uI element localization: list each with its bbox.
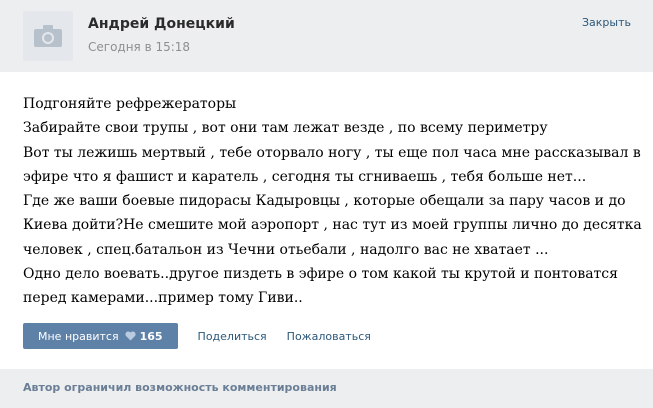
post-text-line: Вот ты лежишь мертвый , тебе оторвало но… [23,144,641,161]
comments-disabled-note: Автор ограничил возможность комментирова… [23,381,337,394]
avatar[interactable] [23,11,73,61]
post-date[interactable]: Сегодня в 15:18 [88,40,190,54]
post-text-line: Подгоняйте рефрежераторы [23,96,237,112]
report-link[interactable]: Пожаловаться [287,330,371,343]
post-text-line: Одно дело воевать..другое пиздеть в эфир… [23,266,618,283]
heart-icon [125,331,136,341]
post-text-line: эфире что я фашист и каратель , сегодня … [23,168,587,185]
comments-footer: Автор ограничил возможность комментирова… [0,369,653,408]
close-button[interactable]: Закрыть [582,16,631,29]
post-text-line: Киева дойти?Не смешите мой аэропорт , на… [23,217,642,234]
camera-icon [34,25,62,47]
post-text-line: человек , спец.батальон из Чечни отьебал… [23,241,549,258]
post-text-line: Где же ваши боевые пидорасы Кадыровцы , … [23,193,626,210]
post-header: Андрей Донецкий Сегодня в 15:18 Закрыть [0,0,653,72]
post-text-line: Забирайте свои трупы , вот они там лежат… [23,120,548,137]
post-text: Подгоняйте рефрежераторы Забирайте свои … [23,92,643,311]
like-label: Мне нравится [38,329,119,343]
share-link[interactable]: Поделиться [198,330,267,343]
post-text-line: перед камерами...пример тому Гиви.. [23,290,303,307]
like-button[interactable]: Мне нравится 165 [23,323,178,349]
post-actions: Мне нравится 165 Поделиться Пожаловаться [23,323,371,349]
like-count: 165 [139,329,163,343]
author-name[interactable]: Андрей Донецкий [88,16,235,32]
